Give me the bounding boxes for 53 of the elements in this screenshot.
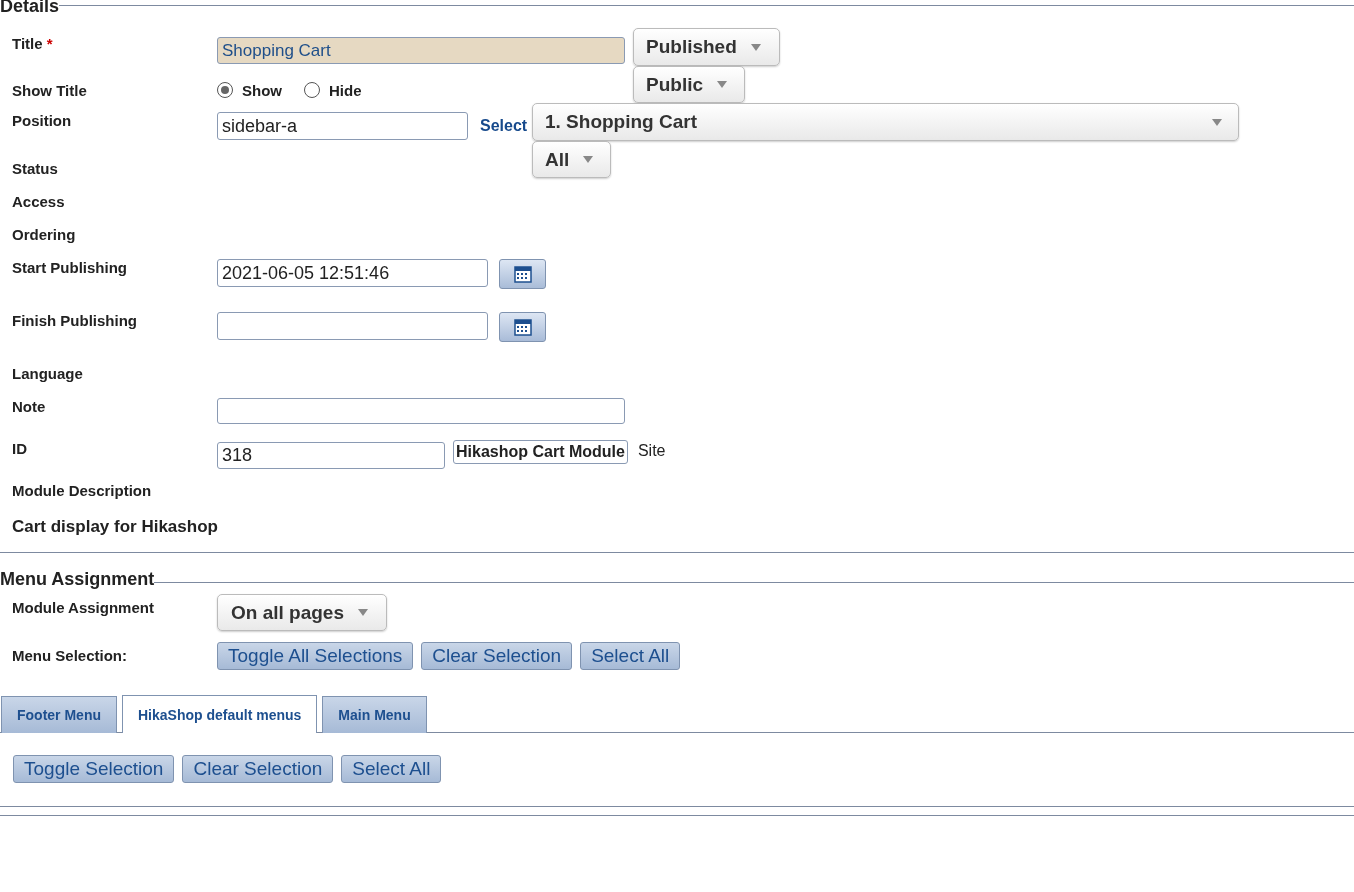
field-label: Title: [12, 35, 43, 52]
selection-button[interactable]: Select All: [341, 755, 442, 783]
selection-button[interactable]: Clear Selection: [182, 755, 334, 783]
menu-tab[interactable]: Main Menu: [322, 696, 427, 733]
position-input[interactable]: sidebar-a: [217, 112, 468, 140]
caret-icon: [750, 43, 761, 51]
caret-icon: [358, 609, 368, 616]
date-input[interactable]: [217, 312, 488, 340]
field-label: Status: [12, 160, 58, 177]
note-input[interactable]: [217, 398, 625, 424]
radio-label: Hide: [329, 81, 362, 99]
field-label: Menu Selection:: [12, 647, 127, 664]
section-legend: Menu Assignment: [0, 569, 155, 589]
calendar-icon: [513, 265, 532, 283]
caret-icon: [1212, 118, 1222, 126]
radio-button[interactable]: [217, 82, 233, 98]
selection-button[interactable]: Select All: [580, 642, 681, 670]
id-input[interactable]: 318: [217, 442, 445, 469]
field-label: Language: [12, 365, 83, 382]
calendar-icon: [513, 318, 532, 336]
module-name-field: Hikashop Cart Module: [453, 440, 628, 464]
assignment-dropdown[interactable]: On all pages: [217, 594, 387, 631]
ordering-dropdown[interactable]: 1. Shopping Cart: [532, 103, 1239, 141]
language-dropdown[interactable]: All: [532, 141, 611, 178]
field-label: ID: [12, 440, 27, 457]
caret-icon: [583, 156, 594, 163]
selection-button[interactable]: Toggle All Selections: [217, 642, 414, 670]
calendar-button[interactable]: [499, 259, 546, 289]
field-label: Module Assignment: [12, 599, 154, 616]
calendar-button[interactable]: [499, 312, 546, 342]
status-dropdown[interactable]: Published: [633, 28, 780, 66]
field-label: Ordering: [12, 226, 76, 243]
selection-button[interactable]: Toggle Selection: [13, 755, 175, 783]
field-label: Start Publishing: [12, 259, 127, 276]
radio-label: Show: [242, 81, 282, 99]
access-dropdown[interactable]: Public: [633, 66, 745, 103]
module-description: Cart display for Hikashop: [12, 517, 218, 537]
date-input[interactable]: 2021-06-05 12:51:46: [217, 259, 488, 287]
field-label: Show Title: [12, 81, 87, 99]
field-label: Position: [12, 112, 72, 129]
field-label: Module Description: [12, 482, 152, 499]
menu-tab[interactable]: Footer Menu: [1, 696, 117, 733]
menu-tab[interactable]: HikaShop default menus: [122, 695, 318, 733]
radio-button[interactable]: [304, 82, 320, 98]
field-label: Finish Publishing: [12, 312, 137, 329]
caret-icon: [717, 81, 727, 88]
client-text: Site: [637, 442, 666, 460]
required-mark: *: [46, 35, 53, 52]
field-label: Note: [12, 398, 46, 415]
selection-button[interactable]: Clear Selection: [421, 642, 573, 670]
select-link[interactable]: Select: [480, 117, 528, 135]
field-label: Access: [12, 193, 65, 210]
title-input[interactable]: Shopping Cart: [217, 37, 625, 64]
